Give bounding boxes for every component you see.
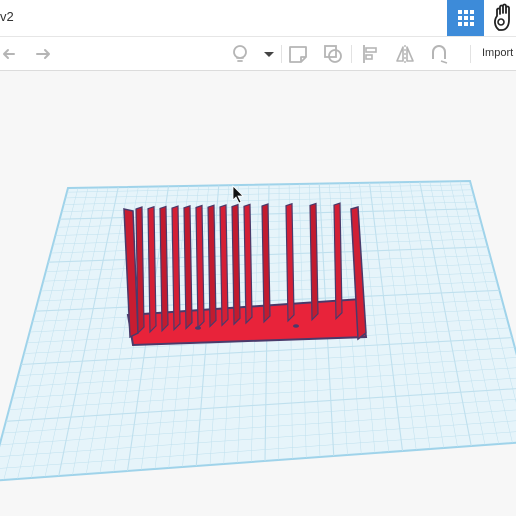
toolbar: Import — [0, 37, 516, 71]
toolbar-separator — [351, 45, 352, 63]
workplane-canvas[interactable]: ne — [0, 71, 516, 516]
import-button[interactable]: Import — [482, 47, 513, 59]
title-bar: v2 — [0, 0, 516, 37]
grid-view-icon — [457, 10, 474, 26]
note-icon[interactable] — [287, 43, 309, 65]
mirror-icon[interactable] — [394, 43, 416, 65]
caret-down-icon[interactable] — [258, 43, 280, 65]
tinker-button[interactable] — [490, 2, 516, 34]
workplane-viewport[interactable]: ne — [0, 71, 516, 516]
lightbulb-icon[interactable] — [229, 43, 251, 65]
toolbar-separator — [281, 45, 282, 63]
undo-icon[interactable] — [0, 43, 22, 65]
grid-view-button[interactable] — [447, 0, 484, 36]
magnet-icon[interactable] — [428, 43, 450, 65]
tinker-hand-icon — [494, 3, 510, 31]
group-shapes-icon[interactable] — [322, 43, 344, 65]
redo-icon[interactable] — [33, 43, 55, 65]
align-icon[interactable] — [360, 43, 382, 65]
document-title[interactable]: v2 — [0, 9, 14, 24]
toolbar-separator — [470, 45, 471, 63]
